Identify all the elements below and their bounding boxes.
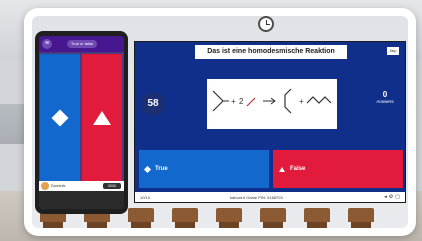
triangle-icon <box>279 166 285 172</box>
svg-text:+: + <box>299 97 304 106</box>
svg-text:2: 2 <box>239 97 244 106</box>
desk <box>128 208 154 228</box>
question-type-pill: True or false <box>67 40 97 48</box>
hamburger-icon[interactable]: ≡ <box>42 39 52 49</box>
desk <box>172 208 198 228</box>
kahoot-screen: Das ist eine homodesmische Reaktion Skip… <box>134 41 406 203</box>
diamond-icon <box>143 165 152 173</box>
choice-true-label: True <box>155 166 168 172</box>
countdown-timer: 58 <box>141 92 165 116</box>
desk <box>304 208 330 228</box>
choice-false[interactable]: False <box>273 150 403 188</box>
player-score: 0000 <box>103 183 121 189</box>
question-text: Das ist eine homodesmische Reaktion <box>195 45 347 59</box>
game-pin-info: kahoot.it Game PIN: 5168703 <box>230 195 283 200</box>
phone-nav-bar <box>39 191 124 209</box>
avatar <box>41 182 49 190</box>
desk <box>216 208 242 228</box>
clock-icon <box>258 16 274 32</box>
fullscreen-icon[interactable]: ▢ <box>395 194 402 200</box>
answers-counter: 0 Answers <box>371 90 399 105</box>
status-icons: ◂⚙▢ <box>384 194 402 200</box>
answer-true-button[interactable] <box>40 54 80 181</box>
answer-false-button[interactable] <box>82 54 122 181</box>
triangle-icon <box>93 110 111 125</box>
svg-text:+: + <box>231 97 236 106</box>
choice-false-label: False <box>290 166 306 172</box>
reaction-image: + 2 + <box>207 79 337 129</box>
phone-screen: ≡ True or false Dominik 0000 <box>39 36 124 209</box>
player-name: Dominik <box>51 183 66 188</box>
desk <box>348 208 374 228</box>
phone-header: ≡ True or false <box>39 36 124 52</box>
diamond-icon <box>51 109 69 126</box>
choice-true[interactable]: True <box>139 150 269 188</box>
answers-label: Answers <box>376 99 394 104</box>
status-bar: 10/10 kahoot.it Game PIN: 5168703 ◂⚙▢ <box>135 192 405 202</box>
phone: ≡ True or false Dominik 0000 <box>35 31 128 214</box>
answers-count: 0 <box>382 90 388 99</box>
classroom-view: ≡ True or false Dominik 0000 Das ist ein… <box>32 16 408 228</box>
skip-button[interactable]: Skip <box>387 47 399 55</box>
player-bar: Dominik 0000 <box>39 181 124 191</box>
question-counter: 10/10 <box>140 195 151 200</box>
desk <box>260 208 286 228</box>
reaction-scheme-image: + 2 + <box>212 88 332 114</box>
classroom-scene: ≡ True or false Dominik 0000 Das ist ein… <box>0 0 422 241</box>
